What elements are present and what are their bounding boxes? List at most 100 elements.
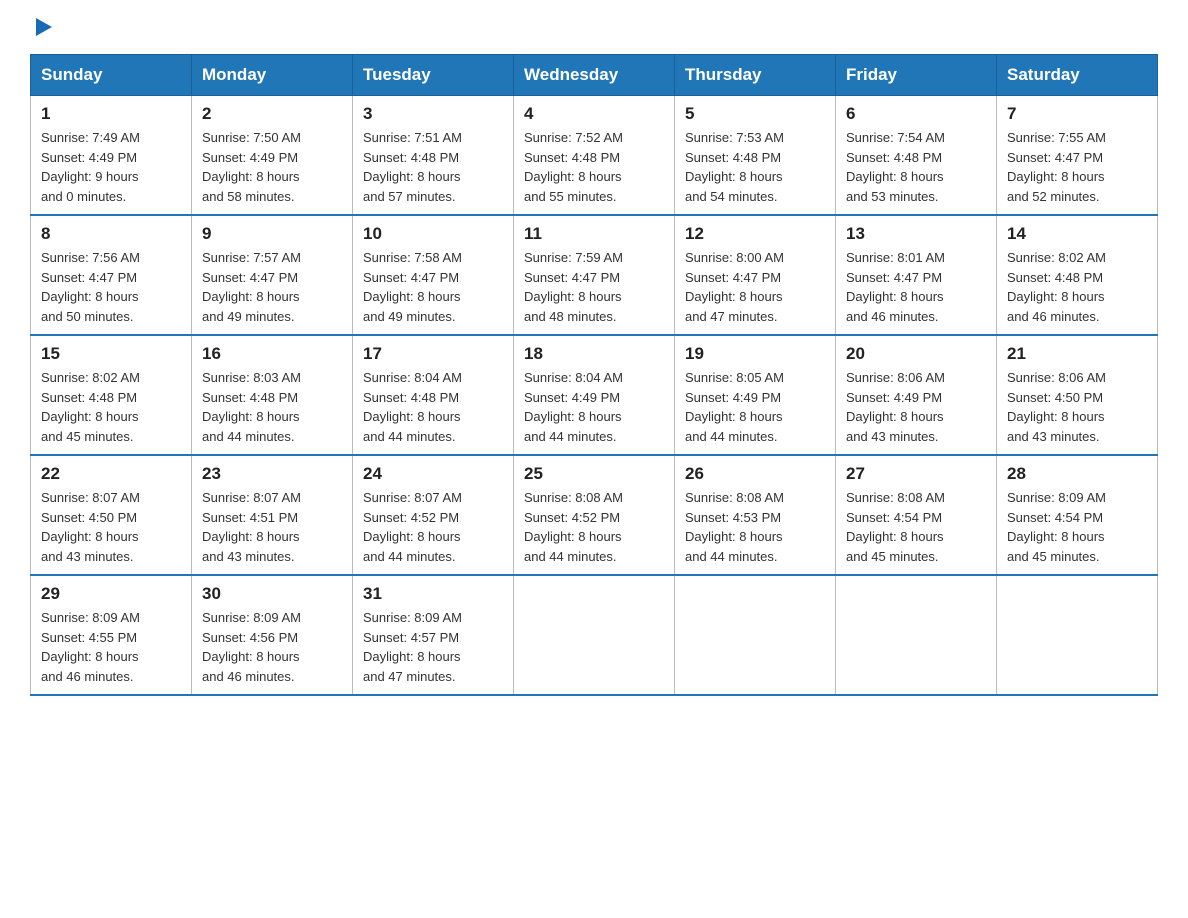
day-info: Sunrise: 8:02 AMSunset: 4:48 PMDaylight:… bbox=[41, 368, 181, 446]
day-info: Sunrise: 8:09 AMSunset: 4:54 PMDaylight:… bbox=[1007, 488, 1147, 566]
day-info: Sunrise: 8:07 AMSunset: 4:52 PMDaylight:… bbox=[363, 488, 503, 566]
day-number: 2 bbox=[202, 104, 342, 124]
calendar-table: SundayMondayTuesdayWednesdayThursdayFrid… bbox=[30, 54, 1158, 696]
day-info: Sunrise: 8:09 AMSunset: 4:55 PMDaylight:… bbox=[41, 608, 181, 686]
calendar-cell: 24 Sunrise: 8:07 AMSunset: 4:52 PMDayligh… bbox=[353, 455, 514, 575]
calendar-cell: 1 Sunrise: 7:49 AMSunset: 4:49 PMDaylight… bbox=[31, 96, 192, 216]
day-number: 5 bbox=[685, 104, 825, 124]
day-number: 14 bbox=[1007, 224, 1147, 244]
calendar-cell: 16 Sunrise: 8:03 AMSunset: 4:48 PMDayligh… bbox=[192, 335, 353, 455]
calendar-cell: 8Sunrise: 7:56 AMSunset: 4:47 PMDaylight… bbox=[31, 215, 192, 335]
day-number: 22 bbox=[41, 464, 181, 484]
day-info: Sunrise: 8:08 AMSunset: 4:54 PMDaylight:… bbox=[846, 488, 986, 566]
calendar-cell bbox=[836, 575, 997, 695]
day-number: 28 bbox=[1007, 464, 1147, 484]
calendar-cell: 14 Sunrise: 8:02 AMSunset: 4:48 PMDayligh… bbox=[997, 215, 1158, 335]
calendar-cell: 12Sunrise: 8:00 AMSunset: 4:47 PMDayligh… bbox=[675, 215, 836, 335]
day-info: Sunrise: 8:01 AMSunset: 4:47 PMDaylight:… bbox=[846, 248, 986, 326]
day-info: Sunrise: 8:06 AMSunset: 4:49 PMDaylight:… bbox=[846, 368, 986, 446]
day-number: 10 bbox=[363, 224, 503, 244]
calendar-cell: 30 Sunrise: 8:09 AMSunset: 4:56 PMDayligh… bbox=[192, 575, 353, 695]
calendar-header-sunday: Sunday bbox=[31, 55, 192, 96]
calendar-cell: 18 Sunrise: 8:04 AMSunset: 4:49 PMDayligh… bbox=[514, 335, 675, 455]
day-number: 21 bbox=[1007, 344, 1147, 364]
logo-arrow-icon bbox=[32, 16, 54, 38]
day-info: Sunrise: 8:04 AMSunset: 4:49 PMDaylight:… bbox=[524, 368, 664, 446]
calendar-cell: 19 Sunrise: 8:05 AMSunset: 4:49 PMDayligh… bbox=[675, 335, 836, 455]
day-number: 30 bbox=[202, 584, 342, 604]
calendar-week-row: 1 Sunrise: 7:49 AMSunset: 4:49 PMDaylight… bbox=[31, 96, 1158, 216]
calendar-header-tuesday: Tuesday bbox=[353, 55, 514, 96]
day-number: 17 bbox=[363, 344, 503, 364]
day-info: Sunrise: 7:59 AMSunset: 4:47 PMDaylight:… bbox=[524, 248, 664, 326]
calendar-week-row: 15 Sunrise: 8:02 AMSunset: 4:48 PMDayligh… bbox=[31, 335, 1158, 455]
day-info: Sunrise: 8:09 AMSunset: 4:56 PMDaylight:… bbox=[202, 608, 342, 686]
calendar-cell: 7Sunrise: 7:55 AMSunset: 4:47 PMDaylight… bbox=[997, 96, 1158, 216]
day-number: 31 bbox=[363, 584, 503, 604]
calendar-cell bbox=[997, 575, 1158, 695]
day-info: Sunrise: 7:54 AMSunset: 4:48 PMDaylight:… bbox=[846, 128, 986, 206]
day-number: 23 bbox=[202, 464, 342, 484]
day-number: 4 bbox=[524, 104, 664, 124]
day-number: 15 bbox=[41, 344, 181, 364]
calendar-cell: 17 Sunrise: 8:04 AMSunset: 4:48 PMDayligh… bbox=[353, 335, 514, 455]
day-info: Sunrise: 8:06 AMSunset: 4:50 PMDaylight:… bbox=[1007, 368, 1147, 446]
day-info: Sunrise: 8:07 AMSunset: 4:50 PMDaylight:… bbox=[41, 488, 181, 566]
calendar-cell: 2Sunrise: 7:50 AMSunset: 4:49 PMDaylight… bbox=[192, 96, 353, 216]
day-info: Sunrise: 7:53 AMSunset: 4:48 PMDaylight:… bbox=[685, 128, 825, 206]
calendar-header-saturday: Saturday bbox=[997, 55, 1158, 96]
calendar-cell: 20Sunrise: 8:06 AMSunset: 4:49 PMDayligh… bbox=[836, 335, 997, 455]
calendar-cell: 9 Sunrise: 7:57 AMSunset: 4:47 PMDaylight… bbox=[192, 215, 353, 335]
calendar-week-row: 8Sunrise: 7:56 AMSunset: 4:47 PMDaylight… bbox=[31, 215, 1158, 335]
calendar-cell: 13Sunrise: 8:01 AMSunset: 4:47 PMDayligh… bbox=[836, 215, 997, 335]
day-number: 3 bbox=[363, 104, 503, 124]
day-number: 18 bbox=[524, 344, 664, 364]
calendar-cell: 27Sunrise: 8:08 AMSunset: 4:54 PMDayligh… bbox=[836, 455, 997, 575]
day-number: 9 bbox=[202, 224, 342, 244]
calendar-cell: 26 Sunrise: 8:08 AMSunset: 4:53 PMDayligh… bbox=[675, 455, 836, 575]
calendar-cell: 23 Sunrise: 8:07 AMSunset: 4:51 PMDayligh… bbox=[192, 455, 353, 575]
day-number: 12 bbox=[685, 224, 825, 244]
day-info: Sunrise: 7:55 AMSunset: 4:47 PMDaylight:… bbox=[1007, 128, 1147, 206]
calendar-header-monday: Monday bbox=[192, 55, 353, 96]
day-number: 11 bbox=[524, 224, 664, 244]
calendar-cell: 29Sunrise: 8:09 AMSunset: 4:55 PMDayligh… bbox=[31, 575, 192, 695]
calendar-cell: 21 Sunrise: 8:06 AMSunset: 4:50 PMDayligh… bbox=[997, 335, 1158, 455]
day-info: Sunrise: 7:52 AMSunset: 4:48 PMDaylight:… bbox=[524, 128, 664, 206]
day-info: Sunrise: 8:03 AMSunset: 4:48 PMDaylight:… bbox=[202, 368, 342, 446]
page-header bbox=[30, 20, 1158, 34]
day-number: 26 bbox=[685, 464, 825, 484]
day-number: 16 bbox=[202, 344, 342, 364]
day-info: Sunrise: 7:56 AMSunset: 4:47 PMDaylight:… bbox=[41, 248, 181, 326]
calendar-cell: 3Sunrise: 7:51 AMSunset: 4:48 PMDaylight… bbox=[353, 96, 514, 216]
day-info: Sunrise: 8:02 AMSunset: 4:48 PMDaylight:… bbox=[1007, 248, 1147, 326]
day-number: 6 bbox=[846, 104, 986, 124]
calendar-header-friday: Friday bbox=[836, 55, 997, 96]
day-info: Sunrise: 8:05 AMSunset: 4:49 PMDaylight:… bbox=[685, 368, 825, 446]
calendar-cell bbox=[514, 575, 675, 695]
day-info: Sunrise: 8:07 AMSunset: 4:51 PMDaylight:… bbox=[202, 488, 342, 566]
calendar-header-wednesday: Wednesday bbox=[514, 55, 675, 96]
day-info: Sunrise: 8:08 AMSunset: 4:52 PMDaylight:… bbox=[524, 488, 664, 566]
calendar-cell: 11 Sunrise: 7:59 AMSunset: 4:47 PMDayligh… bbox=[514, 215, 675, 335]
calendar-cell: 4 Sunrise: 7:52 AMSunset: 4:48 PMDaylight… bbox=[514, 96, 675, 216]
logo bbox=[30, 20, 54, 34]
calendar-week-row: 22 Sunrise: 8:07 AMSunset: 4:50 PMDayligh… bbox=[31, 455, 1158, 575]
day-info: Sunrise: 7:49 AMSunset: 4:49 PMDaylight:… bbox=[41, 128, 181, 206]
calendar-cell: 5 Sunrise: 7:53 AMSunset: 4:48 PMDaylight… bbox=[675, 96, 836, 216]
calendar-header-thursday: Thursday bbox=[675, 55, 836, 96]
calendar-week-row: 29Sunrise: 8:09 AMSunset: 4:55 PMDayligh… bbox=[31, 575, 1158, 695]
calendar-cell: 22 Sunrise: 8:07 AMSunset: 4:50 PMDayligh… bbox=[31, 455, 192, 575]
calendar-cell: 10Sunrise: 7:58 AMSunset: 4:47 PMDayligh… bbox=[353, 215, 514, 335]
day-info: Sunrise: 8:08 AMSunset: 4:53 PMDaylight:… bbox=[685, 488, 825, 566]
day-info: Sunrise: 7:57 AMSunset: 4:47 PMDaylight:… bbox=[202, 248, 342, 326]
day-info: Sunrise: 8:04 AMSunset: 4:48 PMDaylight:… bbox=[363, 368, 503, 446]
day-number: 1 bbox=[41, 104, 181, 124]
calendar-cell: 15 Sunrise: 8:02 AMSunset: 4:48 PMDayligh… bbox=[31, 335, 192, 455]
day-number: 25 bbox=[524, 464, 664, 484]
day-number: 19 bbox=[685, 344, 825, 364]
calendar-cell: 28 Sunrise: 8:09 AMSunset: 4:54 PMDayligh… bbox=[997, 455, 1158, 575]
calendar-cell: 25 Sunrise: 8:08 AMSunset: 4:52 PMDayligh… bbox=[514, 455, 675, 575]
calendar-cell: 31Sunrise: 8:09 AMSunset: 4:57 PMDayligh… bbox=[353, 575, 514, 695]
day-number: 24 bbox=[363, 464, 503, 484]
